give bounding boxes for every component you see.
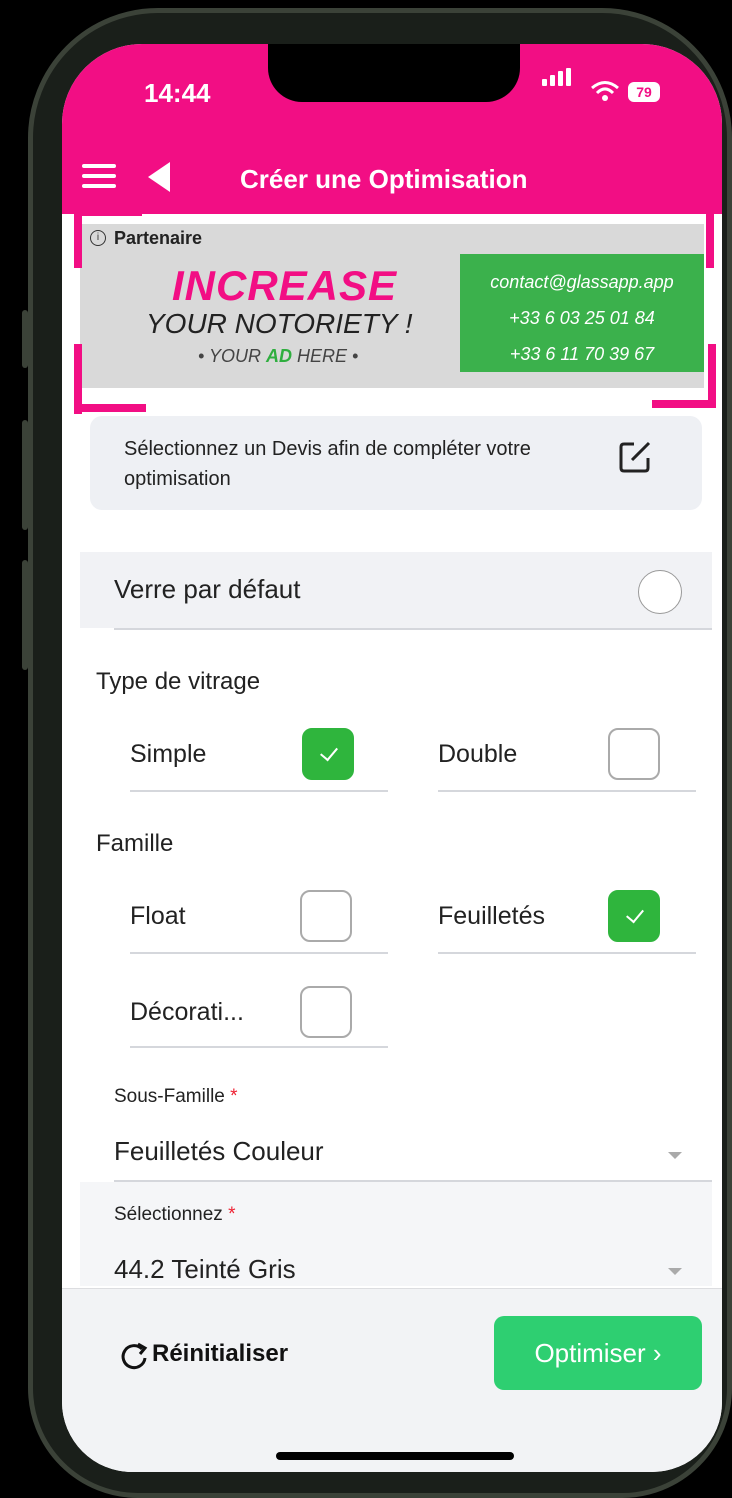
ad-placeholder-text: • YOUR AD HERE •	[198, 346, 359, 366]
divider	[130, 1046, 388, 1048]
ad-partner-label: Partenaire	[114, 228, 203, 248]
wifi-icon	[591, 81, 619, 101]
famille-option-feuilletes: Feuilletés	[438, 902, 545, 930]
hamburger-menu-icon[interactable]	[82, 164, 116, 188]
famille-section-label: Famille	[96, 830, 174, 857]
divider	[114, 628, 712, 630]
ad-contact-phone-2: +33 6 11 70 39 67	[509, 344, 655, 364]
ad-frame-corner	[708, 344, 716, 408]
default-glass-label: Verre par défaut	[114, 574, 301, 604]
vitrage-option-double: Double	[438, 740, 518, 768]
ad-frame-corner	[646, 200, 714, 208]
ad-subline: YOUR NOTORIETY !	[146, 308, 413, 339]
ad-frame-corner	[74, 208, 82, 268]
famille-option-decoration: Décorati...	[130, 998, 244, 1026]
refresh-icon[interactable]	[118, 1340, 150, 1372]
selection-select[interactable]: 44.2 Teinté Gris	[114, 1254, 296, 1285]
home-indicator	[276, 1452, 514, 1460]
vitrage-simple-checkbox[interactable]	[302, 728, 354, 780]
default-glass-radio[interactable]	[638, 570, 682, 614]
back-arrow-icon[interactable]	[148, 162, 170, 192]
ad-frame-corner	[706, 200, 714, 268]
status-time: 14:44	[144, 78, 211, 108]
famille-feuilletes-checkbox[interactable]	[608, 890, 660, 942]
ad-contact-box: contact@glassapp.app +33 6 03 25 01 84 +…	[460, 254, 704, 372]
page-title: Créer une Optimisation	[240, 164, 528, 194]
famille-option-float: Float	[130, 902, 186, 930]
select-devis-card[interactable]: Sélectionnez un Devis afin de compléter …	[90, 416, 702, 510]
edit-icon[interactable]	[618, 438, 654, 474]
sous-famille-label: Sous-Famille *	[114, 1086, 238, 1107]
ad-contact-email: contact@glassapp.app	[490, 272, 674, 292]
divider	[130, 790, 388, 792]
divider	[130, 952, 388, 954]
app-screen: 14:44 79 Créer une Optimisation i Parten…	[62, 44, 722, 1472]
ad-headline: INCREASE	[172, 262, 398, 309]
info-icon: i	[90, 230, 106, 246]
divider	[438, 952, 696, 954]
battery-icon: 79	[628, 82, 660, 102]
chevron-down-icon[interactable]	[668, 1268, 682, 1275]
optimize-button[interactable]: Optimiser ›	[494, 1316, 702, 1390]
vitrage-section-label: Type de vitrage	[96, 668, 261, 695]
chevron-down-icon[interactable]	[668, 1152, 682, 1159]
reset-button[interactable]: Réinitialiser	[152, 1340, 288, 1368]
ad-frame-corner	[74, 404, 146, 412]
phone-notch	[268, 44, 520, 102]
selection-label: Sélectionnez *	[114, 1204, 236, 1225]
divider	[438, 790, 696, 792]
vitrage-option-simple: Simple	[130, 740, 207, 768]
famille-decoration-checkbox[interactable]	[300, 986, 352, 1038]
ad-frame-corner	[652, 400, 716, 408]
select-devis-text: Sélectionnez un Devis afin de compléter …	[124, 438, 531, 490]
sous-famille-select[interactable]: Feuilletés Couleur	[114, 1136, 324, 1167]
ad-contact-phone-1: +33 6 03 25 01 84	[509, 308, 655, 328]
ad-frame-corner	[74, 208, 142, 216]
famille-float-checkbox[interactable]	[300, 890, 352, 942]
vitrage-double-checkbox[interactable]	[608, 728, 660, 780]
